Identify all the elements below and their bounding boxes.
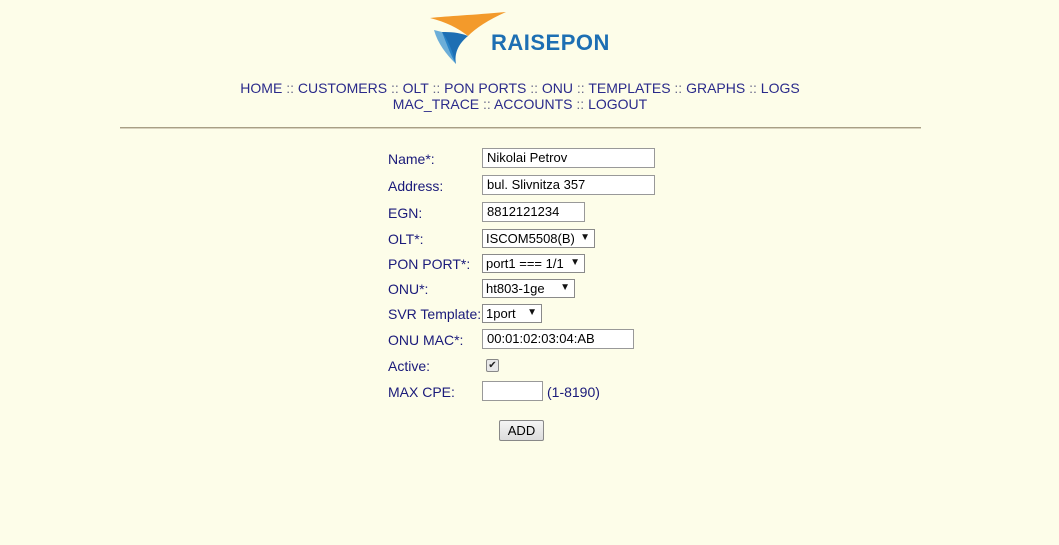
nav-row-1: HOME :: CUSTOMERS :: OLT :: PON PORTS ::… [200, 80, 840, 96]
svr-template-select-value: 1port [486, 306, 516, 321]
main-nav: HOME :: CUSTOMERS :: OLT :: PON PORTS ::… [200, 80, 840, 112]
nav-logout[interactable]: LOGOUT [588, 96, 647, 112]
nav-graphs[interactable]: GRAPHS [686, 80, 745, 96]
nav-separator: :: [390, 80, 403, 96]
svr-template-label: SVR Template: [388, 306, 482, 322]
nav-separator: :: [576, 80, 589, 96]
nav-pon-ports[interactable]: PON PORTS [444, 80, 526, 96]
onu-select-value: ht803-1ge [486, 281, 545, 296]
egn-label: EGN: [388, 205, 423, 221]
nav-separator: :: [483, 96, 494, 112]
olt-select-value: ISCOM5508(B) [486, 231, 575, 246]
pon-port-select[interactable]: port1 === 1/1 ▼ [482, 254, 585, 273]
onu-mac-input[interactable]: 00:01:02:03:04:AB [482, 329, 634, 349]
name-label: Name*: [388, 151, 435, 167]
nav-separator: :: [576, 96, 589, 112]
brand-name: RAISEPON [491, 30, 610, 55]
nav-logs[interactable]: LOGS [761, 80, 800, 96]
dropdown-arrow-icon: ▼ [560, 282, 570, 293]
address-label: Address: [388, 178, 444, 194]
nav-home[interactable]: HOME [240, 80, 282, 96]
active-checkbox[interactable]: ✔ [486, 359, 499, 372]
svr-template-select[interactable]: 1port ▼ [482, 304, 542, 323]
raisepon-logo: RAISEPON [428, 10, 618, 66]
onu-label: ONU*: [388, 281, 429, 297]
name-input[interactable]: Nikolai Petrov [482, 148, 655, 168]
nav-separator: :: [432, 80, 445, 96]
nav-customers[interactable]: CUSTOMERS [298, 80, 387, 96]
nav-accounts[interactable]: ACCOUNTS [494, 96, 573, 112]
nav-separator: :: [674, 80, 687, 96]
olt-label: OLT*: [388, 231, 424, 247]
max-cpe-range-hint: (1-8190) [547, 384, 600, 400]
onu-select[interactable]: ht803-1ge ▼ [482, 279, 575, 298]
max-cpe-input[interactable] [482, 381, 543, 401]
egn-input[interactable]: 8812121234 [482, 202, 585, 222]
nav-olt[interactable]: OLT [403, 80, 429, 96]
active-label: Active: [388, 358, 431, 374]
address-input[interactable]: bul. Slivnitza 357 [482, 175, 655, 195]
dropdown-arrow-icon: ▼ [570, 257, 580, 268]
header-divider [120, 127, 921, 129]
nav-separator: :: [286, 80, 298, 96]
pon-port-select-value: port1 === 1/1 [486, 256, 564, 271]
nav-mac-trace[interactable]: MAC_TRACE [393, 96, 479, 112]
max-cpe-label: MAX CPE: [388, 384, 455, 400]
olt-select[interactable]: ISCOM5508(B) ▼ [482, 229, 595, 248]
nav-separator: :: [749, 80, 761, 96]
onu-mac-label: ONU MAC*: [388, 332, 464, 348]
nav-templates[interactable]: TEMPLATES [588, 80, 670, 96]
nav-row-2: MAC_TRACE :: ACCOUNTS :: LOGOUT [200, 96, 840, 112]
add-button[interactable]: ADD [499, 420, 544, 441]
dropdown-arrow-icon: ▼ [580, 232, 590, 243]
nav-separator: :: [530, 80, 542, 96]
nav-onu[interactable]: ONU [542, 80, 573, 96]
dropdown-arrow-icon: ▼ [527, 307, 537, 318]
pon-port-label: PON PORT*: [388, 256, 471, 272]
